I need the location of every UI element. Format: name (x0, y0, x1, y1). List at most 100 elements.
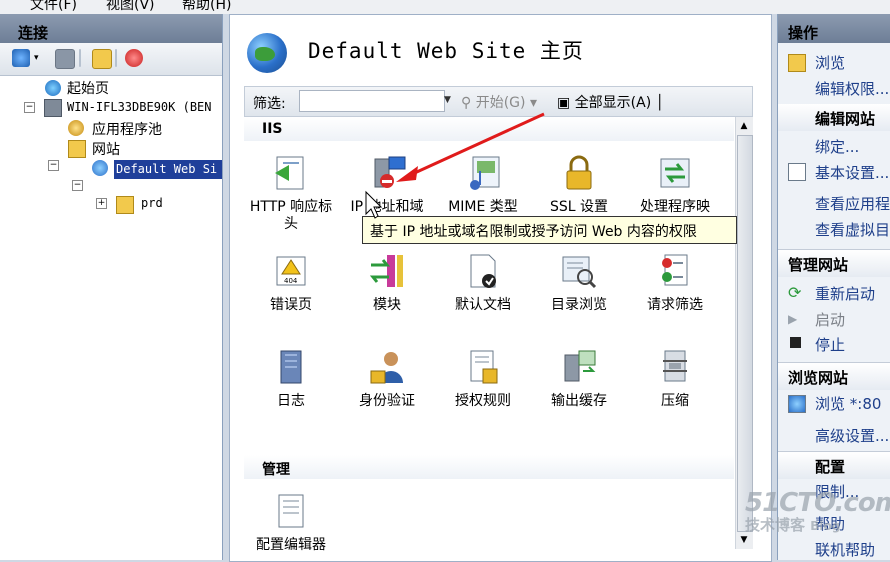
up-folder-icon[interactable] (92, 49, 112, 69)
save-icon[interactable] (55, 49, 75, 69)
feature-logging[interactable]: 日志 (245, 347, 337, 410)
action-browse-80[interactable]: 浏览 *:80 (815, 393, 881, 414)
connections-header: 连接 (0, 14, 222, 43)
show-all-label: 全部显示(A) (574, 95, 652, 111)
action-edit-permissions[interactable]: 编辑权限... (815, 78, 889, 99)
restart-icon: ⟳ (788, 283, 802, 302)
start-page-icon (45, 80, 61, 96)
feature-error-pages[interactable]: 404 错误页 (245, 251, 337, 314)
feature-label: 授权规则 (455, 393, 511, 409)
feature-label: 目录浏览 (551, 297, 607, 313)
error-pages-icon: 404 (271, 251, 311, 291)
handler-mappings-icon (655, 153, 695, 193)
collapse-icon[interactable]: − (72, 180, 83, 191)
features-view: Default Web Site 主页 筛选: ▼ ⚲ 开始(G) ▾ ▣ 全部… (229, 14, 772, 562)
directory-browsing-icon (559, 251, 599, 291)
action-stop[interactable]: 停止 (815, 334, 845, 355)
start-filter-label: 开始(G) (475, 95, 526, 111)
action-start[interactable]: 启动 (815, 309, 845, 330)
collapse-icon[interactable]: − (24, 102, 35, 113)
default-document-icon (463, 251, 503, 291)
server-icon (44, 99, 62, 117)
section-edit-site: 编辑网站 (778, 104, 890, 131)
menu-view[interactable]: 视图(V) (106, 0, 155, 14)
section-title: IIS (262, 121, 283, 137)
menu-help[interactable]: 帮助(H) (182, 0, 231, 14)
folder-icon (116, 196, 134, 214)
tree-item-sites[interactable]: 网站 (92, 139, 120, 159)
feature-label: 处理程序映 (640, 199, 710, 215)
app-pool-icon (68, 120, 84, 136)
feature-request-filtering[interactable]: 请求筛选 (629, 251, 721, 314)
basic-settings-icon (788, 163, 806, 181)
action-explore[interactable]: 浏览 (815, 52, 845, 73)
play-icon: ▶ (788, 312, 798, 326)
collapse-icon[interactable]: − (48, 160, 59, 171)
feature-default-document[interactable]: 默认文档 (437, 251, 529, 314)
show-all-button[interactable]: ▣ 全部显示(A) │ (557, 92, 664, 112)
browse-globe-icon (788, 395, 806, 413)
feature-directory-browsing[interactable]: 目录浏览 (533, 251, 625, 314)
chevron-down-icon[interactable]: ▼ (444, 90, 454, 110)
action-online-help[interactable]: 联机帮助 (815, 539, 875, 560)
watermark-line-3: Blog (810, 519, 841, 533)
action-view-applications[interactable]: 查看应用程 (815, 193, 890, 214)
feature-output-caching[interactable]: 输出缓存 (533, 347, 625, 410)
connect-globe-icon[interactable] (12, 49, 30, 67)
vertical-scrollbar[interactable]: ▲ ▼ (735, 117, 753, 549)
connections-pane: 连接 ▾ 起始页 − WIN-IFL33DBE90K (BEN 应用程序池 − … (0, 14, 223, 560)
tree-item-server[interactable]: WIN-IFL33DBE90K (BEN (67, 100, 212, 114)
action-bindings[interactable]: 绑定... (815, 136, 859, 157)
menu-bar: 文件(F) 视图(V) 帮助(H) (0, 0, 890, 14)
feature-authentication[interactable]: 身份验证 (341, 347, 433, 410)
sites-folder-icon (68, 140, 86, 158)
separator (79, 49, 81, 67)
feature-label: 请求筛选 (647, 297, 703, 313)
tree-item-app-pools[interactable]: 应用程序池 (92, 119, 162, 139)
tooltip-text: 基于 IP 地址或域名限制或授予访问 Web 内容的权限 (370, 224, 697, 240)
action-advanced-settings[interactable]: 高级设置... (815, 425, 889, 446)
expand-icon[interactable]: + (96, 198, 107, 209)
section-title: 管理 (262, 462, 290, 478)
configuration-editor-icon (271, 491, 311, 531)
separator (115, 49, 117, 67)
watermark-line-2: 技术博客 (745, 516, 806, 534)
request-filtering-icon (655, 251, 695, 291)
action-restart[interactable]: 重新启动 (815, 283, 875, 304)
action-basic-settings[interactable]: 基本设置... (815, 162, 889, 183)
tree-item-start-page[interactable]: 起始页 (67, 78, 109, 98)
tree-item-prd[interactable]: prd (141, 196, 163, 210)
feature-label: 压缩 (661, 393, 689, 409)
feature-label: 默认文档 (455, 297, 511, 313)
section-title: 浏览网站 (788, 369, 849, 387)
start-filter-button[interactable]: ⚲ 开始(G) ▾ (461, 92, 537, 112)
output-caching-icon (559, 347, 599, 387)
scroll-thumb[interactable] (737, 135, 753, 532)
page-title: Default Web Site 主页 (308, 39, 584, 63)
chevron-down-icon[interactable]: ▾ (34, 53, 42, 71)
feature-configuration-editor[interactable]: 配置编辑器 (245, 491, 337, 554)
section-header-management: 管理 (244, 455, 734, 479)
section-configure: 配置 (778, 451, 890, 479)
menu-file[interactable]: 文件(F) (30, 0, 77, 14)
feature-label: HTTP 响应标头 (249, 199, 333, 232)
action-view-virtual-directories[interactable]: 查看虚拟目 (815, 219, 890, 240)
site-globe-icon (247, 33, 287, 73)
feature-http-response-headers[interactable]: HTTP 响应标头 (245, 153, 337, 233)
feature-handler-mappings[interactable]: 处理程序映 (629, 153, 721, 216)
authorization-rules-icon (463, 347, 503, 387)
disconnect-icon[interactable] (125, 49, 143, 67)
feature-label: 模块 (373, 297, 401, 313)
compression-icon (655, 347, 695, 387)
watermark: 51CTO.com 技术博客 Blog (745, 488, 890, 535)
tree-item-default-web-site[interactable]: Default Web Si (114, 160, 222, 179)
scroll-up-icon[interactable]: ▲ (738, 120, 750, 132)
padlock-icon (559, 153, 599, 193)
actions-title: 操作 (788, 24, 819, 42)
feature-compression[interactable]: 压缩 (629, 347, 721, 410)
svg-text:404: 404 (284, 277, 298, 285)
feature-modules[interactable]: 模块 (341, 251, 433, 314)
scroll-down-icon[interactable]: ▼ (738, 534, 750, 546)
feature-authorization-rules[interactable]: 授权规则 (437, 347, 529, 410)
filter-input[interactable] (299, 90, 445, 112)
